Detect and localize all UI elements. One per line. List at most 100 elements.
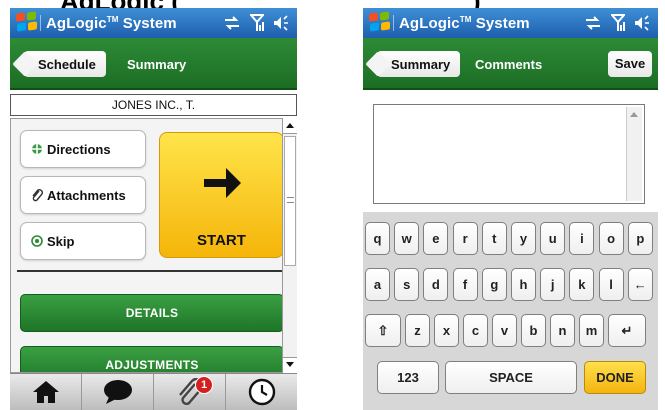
app-title-rest: System (118, 15, 177, 32)
row2-key-8[interactable]: l (598, 268, 624, 301)
adjustments-button[interactable]: ADJUSTMENTS (20, 346, 284, 372)
summary-content: Directions Attachments Skip START DETAIL… (10, 118, 297, 373)
triangle-up-icon (286, 123, 294, 128)
row1-key-4[interactable]: t (481, 222, 507, 255)
navigation-bar-right: Summary Comments Save (363, 38, 658, 90)
summary-back-button[interactable]: Summary (377, 51, 461, 77)
paperclip-icon (32, 189, 43, 202)
row2-key-1[interactable]: s (394, 268, 420, 301)
row2-key-0[interactable]: a (365, 268, 390, 301)
sync-arrows-icon[interactable] (584, 16, 602, 30)
volume-icon[interactable] (273, 15, 289, 31)
skip-button[interactable]: Skip (20, 222, 146, 260)
composite-screenshot: AgLogic ( ) AgLogicTM System (0, 0, 665, 410)
clock-icon (248, 378, 275, 406)
skip-icon (31, 235, 43, 247)
customer-name: JONES INC., T. (10, 94, 297, 116)
start-label: START (197, 232, 246, 249)
row2-key-2[interactable]: d (423, 268, 449, 301)
status-bar-right: AgLogicTM System (363, 8, 658, 38)
row3-key-4[interactable]: v (492, 314, 517, 347)
row2-key-6[interactable]: j (540, 268, 566, 301)
home-tab[interactable] (10, 374, 82, 410)
summary-scrollbar[interactable] (282, 118, 297, 373)
windows-start-icon[interactable] (369, 11, 391, 33)
row2-key-5[interactable]: h (511, 268, 536, 301)
row1-key-1[interactable]: w (394, 222, 420, 255)
attachments-button[interactable]: Attachments (20, 176, 146, 214)
volume-icon[interactable] (634, 15, 650, 31)
status-separator (40, 15, 41, 31)
row3-key-2[interactable]: x (434, 314, 459, 347)
comments-screen: AgLogicTM System Summary Comments Save q… (363, 8, 658, 410)
comments-textarea[interactable] (373, 104, 645, 204)
page-title-comments: Comments (475, 57, 543, 72)
triangle-up-icon (630, 112, 638, 117)
signal-icon[interactable] (611, 14, 625, 32)
row1-key-6[interactable]: u (540, 222, 566, 255)
row1-key-2[interactable]: e (423, 222, 449, 255)
status-bar: AgLogicTM System (10, 8, 297, 38)
status-separator (393, 15, 394, 31)
schedule-back-button[interactable]: Schedule (24, 51, 106, 77)
row3-key-3[interactable]: c (463, 314, 488, 347)
arrow-right-icon (204, 168, 241, 198)
navigation-bar: Schedule Summary (10, 38, 297, 90)
row2-key-3[interactable]: f (452, 268, 478, 301)
save-button[interactable]: Save (608, 51, 652, 77)
attachments-count-badge: 1 (195, 376, 213, 394)
details-button[interactable]: DETAILS (20, 294, 284, 332)
row2-key-7[interactable]: k (569, 268, 595, 301)
row1-key-3[interactable]: r (452, 222, 478, 255)
messages-tab[interactable] (82, 374, 154, 410)
start-button[interactable]: START (159, 132, 284, 258)
row1-key-0[interactable]: q (365, 222, 390, 255)
row3-key-0[interactable]: ⇧ (365, 314, 401, 347)
grip-icon (287, 197, 294, 203)
summary-back-label: Summary (391, 56, 451, 72)
row3-key-8[interactable]: ↵ (608, 314, 646, 347)
attachments-label: Attachments (47, 187, 126, 203)
row1-key-5[interactable]: y (511, 222, 536, 255)
comments-scrollbar[interactable] (626, 107, 642, 201)
app-title-right: AgLogicTM System (399, 15, 530, 32)
skip-label: Skip (47, 233, 75, 249)
scroll-thumb[interactable] (284, 136, 296, 266)
row3-key-6[interactable]: n (550, 314, 575, 347)
app-title-main: AgLogic (399, 15, 460, 32)
row2-key-4[interactable]: g (481, 268, 507, 301)
attachments-tab[interactable]: 1 (154, 374, 226, 410)
row1-key-9[interactable]: p (627, 222, 653, 255)
row1-key-8[interactable]: o (598, 222, 624, 255)
home-icon (32, 381, 59, 403)
triangle-down-icon (286, 362, 294, 367)
sync-arrows-icon[interactable] (223, 16, 241, 30)
status-icons (223, 14, 289, 32)
keyboard-row-2: a s d f g h j k l ← (363, 268, 658, 301)
directions-icon (32, 144, 42, 154)
caption: AgLogic ( ) (0, 0, 665, 16)
keyboard-row-3: ⇧ z x c v b n m ↵ (363, 314, 658, 347)
space-key[interactable]: SPACE (445, 361, 577, 394)
scroll-down-arrow[interactable] (283, 357, 297, 373)
row2-key-9[interactable]: ← (627, 268, 653, 301)
status-icons-right (584, 14, 650, 32)
app-title-main: AgLogic (46, 15, 107, 32)
app-title-tm: TM (106, 15, 119, 24)
directions-button[interactable]: Directions (20, 130, 146, 168)
signal-icon[interactable] (250, 14, 264, 32)
row3-key-7[interactable]: m (579, 314, 604, 347)
summary-screen: AgLogicTM System Schedule Summary JONES (10, 8, 297, 410)
done-key[interactable]: DONE (584, 361, 646, 394)
app-title-tm: TM (459, 15, 472, 24)
directions-label: Directions (47, 141, 111, 157)
keyboard-row-1: qwertyuiop (363, 222, 658, 255)
schedule-back-label: Schedule (38, 56, 96, 72)
row3-key-5[interactable]: b (521, 314, 546, 347)
scroll-up-arrow[interactable] (283, 118, 297, 134)
row1-key-7[interactable]: i (569, 222, 595, 255)
history-tab[interactable] (226, 374, 297, 410)
windows-start-icon[interactable] (16, 11, 38, 33)
numbers-key[interactable]: 123 (377, 361, 439, 394)
row3-key-1[interactable]: z (405, 314, 430, 347)
